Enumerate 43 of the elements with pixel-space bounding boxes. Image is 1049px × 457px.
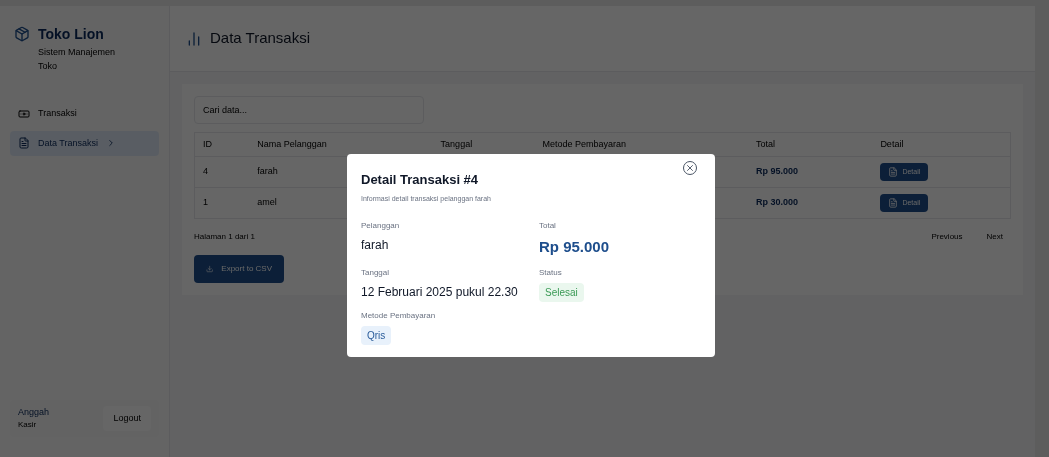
page-title: Data Transaksi — [210, 28, 311, 49]
column-header: Total — [755, 138, 775, 149]
field-label: Total — [539, 220, 557, 232]
column-header: Metode Pembayaran — [542, 138, 627, 149]
table-cell: farah — [257, 166, 278, 177]
column-header: Detail — [880, 138, 904, 149]
dialog-title: Detail Transaksi #4 — [361, 171, 480, 189]
field-value: farah — [361, 237, 390, 254]
column-header: Tanggal — [440, 138, 473, 149]
table-cell: 4 — [203, 166, 208, 177]
previous-button[interactable]: Previous — [923, 227, 971, 247]
sidebar-item[interactable]: Transaksi — [10, 101, 159, 127]
total-amount: Rp 95.000 — [539, 237, 611, 257]
brand-subtitle: Sistem Manajemen Toko — [38, 46, 117, 73]
package-icon — [14, 26, 30, 42]
user-name: Anggah — [18, 405, 50, 419]
user-role: Kasir — [18, 419, 38, 431]
document-icon — [888, 167, 899, 177]
download-icon — [206, 264, 214, 274]
sidebar-item[interactable]: Data Transaksi — [10, 130, 159, 156]
search-field[interactable]: Cari data... — [194, 96, 424, 124]
column-header: Nama Pelanggan — [257, 138, 327, 149]
column-header: ID — [203, 138, 212, 149]
payment-method-badge: Qris — [361, 325, 392, 345]
field-label: Metode Pembayaran — [361, 309, 437, 322]
bar-chart-icon — [186, 30, 202, 47]
table-cell: 1 — [203, 197, 208, 208]
table-cell: Rp 95.000 — [755, 166, 798, 177]
document-icon — [888, 198, 899, 208]
field-value: 12 Februari 2025 pukul 22.30 — [361, 283, 519, 301]
table-cell: amel — [257, 197, 277, 208]
banknote-icon — [18, 107, 30, 120]
field-label: Tanggal — [361, 266, 391, 279]
next-button[interactable]: Next — [978, 227, 1011, 247]
status-badge: Selesai — [539, 282, 584, 302]
table-cell: Rp 30.000 — [755, 197, 798, 208]
export-button[interactable]: Export to CSV — [194, 255, 284, 283]
brand-name: Toko Lion — [38, 26, 105, 42]
page-info: Halaman 1 dari 1 — [194, 231, 255, 243]
field-label: Status — [539, 266, 563, 279]
document-icon — [18, 137, 30, 150]
close-icon — [685, 163, 695, 173]
field-label: Pelanggan — [361, 220, 401, 232]
